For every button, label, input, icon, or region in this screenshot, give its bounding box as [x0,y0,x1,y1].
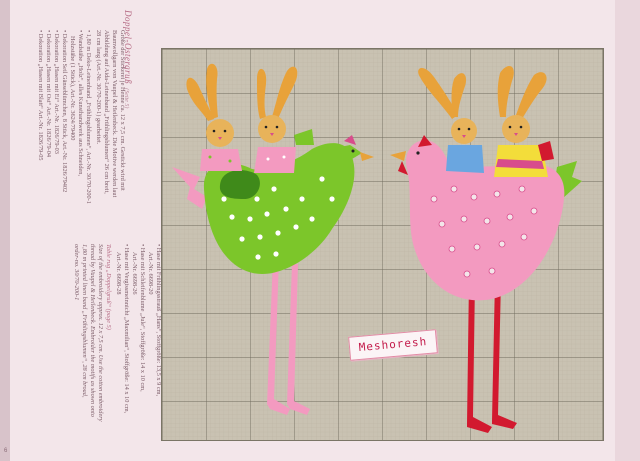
chart-artwork [162,49,603,440]
right-item: Art.-Nr. 6698-20 [147,252,154,295]
german-item: Holzstäbe (1 Stück), Art.-Nr. 3624/79400 [69,36,76,141]
english-intro-1: Size of the embroidery approx. 12 x 7,5 … [97,244,104,422]
german-item: Dekoration Seil Gänseblümchen, 8 Stück, … [61,30,68,192]
page-number: 6 [4,448,8,454]
page-binding-edge [0,0,10,461]
english-intro-2: thread by Vaupel & Heilenbeck. Embroider… [89,244,96,417]
german-intro-2: Baumwollgarn von Vaupel & Heilenbeck. Di… [111,30,118,198]
english-intro-4: order-no. 30/70-200-1 [73,244,80,301]
right-item: Hase mit Schleifenblume „Jule“, Stoffgrö… [139,244,146,392]
english-title: Table rug „Doppelgruß“ (page 5) [105,244,112,330]
right-item: Hase mit Vergissmeinnicht „Maxmilian“, S… [123,244,130,413]
german-item: Wandstäbe „Holz“, alles Kunsthandwerk au… [77,30,84,176]
german-intro-4: 28 cm lang (Art.-Nr. 30/70-200-1) gearbe… [95,30,102,145]
right-item: Art.-Nr. 6698-28 [115,252,122,295]
right-item: Art.-Nr. 6698-26 [131,252,138,295]
german-item: Dekoration „Hasen mit Ost“ Art.-Nr. 1826… [45,30,52,157]
right-page-margin [615,0,640,461]
english-intro-3: 1,80 m printed linen band „Frühlingsblum… [81,244,88,398]
german-item: Dekoration „Hasen mit Blatt“ Art.-Nr. 18… [37,30,44,161]
instructions-column: Doppel-Ostergruß (Seite 5) Größe der Sti… [10,0,162,461]
cross-stitch-chart [161,48,604,441]
german-intro-1: Größe der Stickerei je Henne ca. 12 x 7,… [119,30,126,191]
german-intro-3: Abbildung auf Aida-Leinenband „Frühlings… [103,30,110,194]
german-item: 1,80 m Deko-Leinenband „Frühlingsblumen“… [85,30,92,204]
german-item: Dekoration „Hasen mit Ei“ Art.-Nr. 1826/… [53,30,60,154]
blue-shirt [446,145,484,173]
